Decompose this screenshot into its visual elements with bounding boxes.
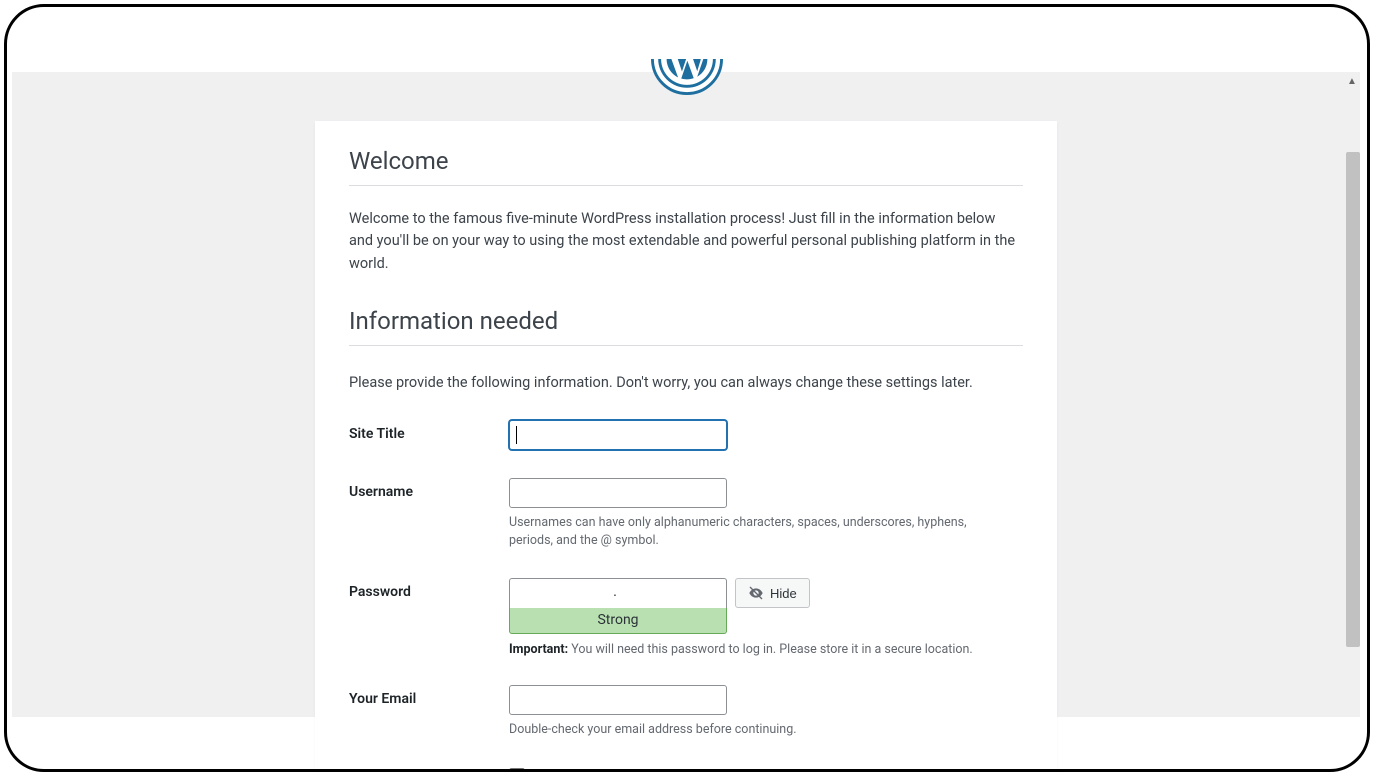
hide-password-button[interactable]: Hide	[735, 578, 810, 608]
wordpress-logo-icon	[651, 59, 723, 95]
heading-information-needed: Information needed	[349, 307, 1023, 346]
username-input[interactable]	[509, 478, 727, 508]
scroll-up-arrow[interactable]: ▲	[1345, 75, 1359, 89]
viewport: ▲ Welcome Welcome to the famous five-min…	[7, 7, 1367, 769]
label-site-title: Site Title	[349, 426, 405, 442]
text-caret	[516, 426, 517, 444]
password-important-note: Important: You will need this password t…	[509, 642, 1023, 657]
label-username: Username	[349, 484, 413, 500]
discourage-search-label: Discourage search engines from indexing …	[533, 768, 854, 769]
email-hint: Double-check your email address before c…	[509, 721, 1009, 739]
scrollbar-thumb[interactable]	[1346, 152, 1360, 647]
intro-text: Welcome to the famous five-minute WordPr…	[349, 208, 1023, 275]
device-frame: ▲ Welcome Welcome to the famous five-min…	[4, 4, 1370, 772]
password-input[interactable]	[509, 578, 727, 608]
subintro-text: Please provide the following information…	[349, 372, 1023, 394]
label-password: Password	[349, 584, 411, 600]
hide-button-label: Hide	[770, 586, 797, 601]
email-input[interactable]	[509, 685, 727, 715]
username-hint: Usernames can have only alphanumeric cha…	[509, 514, 1009, 550]
install-card: Welcome Welcome to the famous five-minut…	[315, 121, 1057, 769]
label-email: Your Email	[349, 691, 416, 707]
password-strength-meter: Strong	[509, 608, 727, 634]
install-form-table: Site Title Username Usernames can have o…	[349, 406, 1023, 769]
heading-welcome: Welcome	[349, 147, 1023, 186]
wordpress-logo-wrap	[645, 59, 729, 99]
discourage-search-checkbox[interactable]	[509, 768, 525, 769]
site-title-input[interactable]	[509, 420, 727, 450]
eye-slash-icon	[748, 585, 764, 601]
